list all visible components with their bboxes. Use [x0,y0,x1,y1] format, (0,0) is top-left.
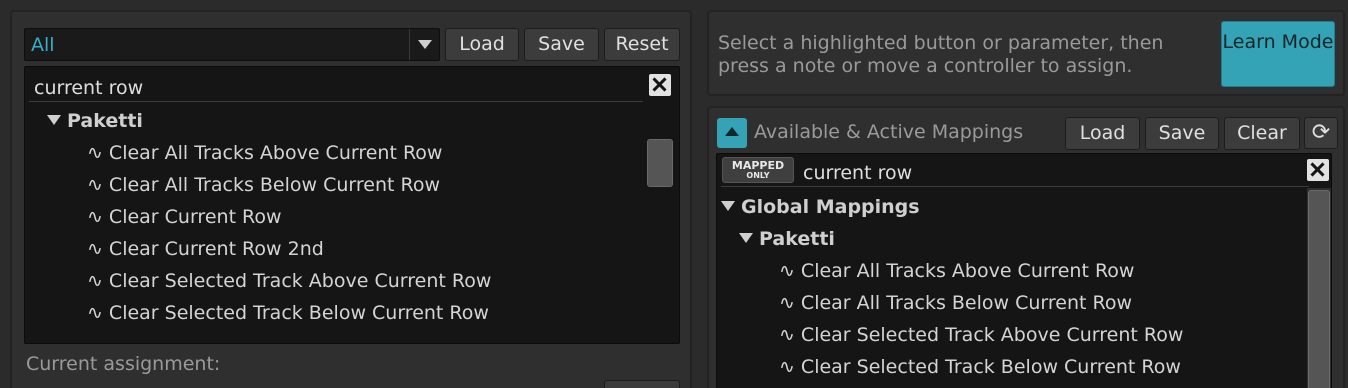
wave-icon: ∿ [87,174,103,196]
refresh-icon[interactable]: ⟳ [1304,117,1338,149]
search-divider [721,186,1309,187]
mappings-load-button[interactable]: Load [1065,117,1140,150]
save-button[interactable]: Save [524,28,599,61]
scrollbar-thumb[interactable] [1308,190,1330,388]
section-title: Available & Active Mappings [754,121,1024,143]
list-item[interactable]: ∿ Clear Selected Track Below Current Row [87,302,489,324]
collapse-button[interactable] [717,118,747,148]
expand-triangle-icon[interactable] [47,115,61,125]
mappings-search-input[interactable]: current row [803,162,912,184]
mappings-tree-view: current row Global Mappings Paketti ∿ Cle… [716,153,1332,388]
mappings-clear-button[interactable]: Clear [1224,117,1300,150]
left-search-input[interactable]: current row [34,77,143,99]
wave-icon: ∿ [779,292,795,314]
tree-group-label: Paketti [67,110,143,132]
wave-icon: ∿ [87,142,103,164]
list-item[interactable]: ∿ Clear Current Row [87,206,282,228]
current-assignment-label: Current assignment: [26,353,221,375]
filter-select-value: All [31,34,55,56]
close-icon[interactable] [649,74,671,96]
partial-button[interactable] [604,380,680,388]
list-item[interactable]: ∿ Clear Current Row 2nd [87,238,324,260]
scrollbar-thumb[interactable] [647,139,673,187]
list-item[interactable]: ∿ Clear Selected Track Below Current Row [779,356,1181,378]
wave-icon: ∿ [87,238,103,260]
tree-group-global-mappings[interactable]: Global Mappings [721,196,920,218]
wave-icon: ∿ [87,270,103,292]
learn-hint-text: Select a highlighted button or parameter… [718,32,1164,77]
expand-triangle-icon[interactable] [739,233,753,243]
load-button[interactable]: Load [445,28,519,61]
list-item[interactable]: ∿ Clear All Tracks Below Current Row [779,292,1132,314]
learn-mode-button[interactable]: Learn Mode [1221,21,1335,87]
tree-group-paketti[interactable]: Paketti [739,228,835,250]
wave-icon: ∿ [87,302,103,324]
mappings-save-button[interactable]: Save [1145,117,1219,150]
left-tree-view: current row Paketti ∿ Clear All Tracks Ab… [24,66,680,344]
filter-select[interactable]: All [24,28,440,61]
tree-group-paketti[interactable]: Paketti [47,110,143,132]
list-item[interactable]: ∿ Clear Selected Track Above Current Row [87,270,491,292]
wave-icon: ∿ [779,356,795,378]
search-divider [29,101,643,102]
list-item[interactable]: ∿ Clear All Tracks Below Current Row [87,174,440,196]
reset-button[interactable]: Reset [604,28,680,61]
expand-triangle-icon[interactable] [721,201,735,211]
wave-icon: ∿ [87,206,103,228]
close-icon[interactable] [1307,159,1329,181]
list-item[interactable]: ∿ Clear Selected Track Above Current Row [779,324,1183,346]
wave-icon: ∿ [779,324,795,346]
wave-icon: ∿ [779,260,795,282]
chevron-down-icon[interactable] [409,29,439,60]
list-item[interactable]: ∿ Clear All Tracks Above Current Row [779,260,1134,282]
mapped-only-toggle[interactable]: MAPPED ONLY [722,157,794,183]
list-item[interactable]: ∿ Clear All Tracks Above Current Row [87,142,442,164]
